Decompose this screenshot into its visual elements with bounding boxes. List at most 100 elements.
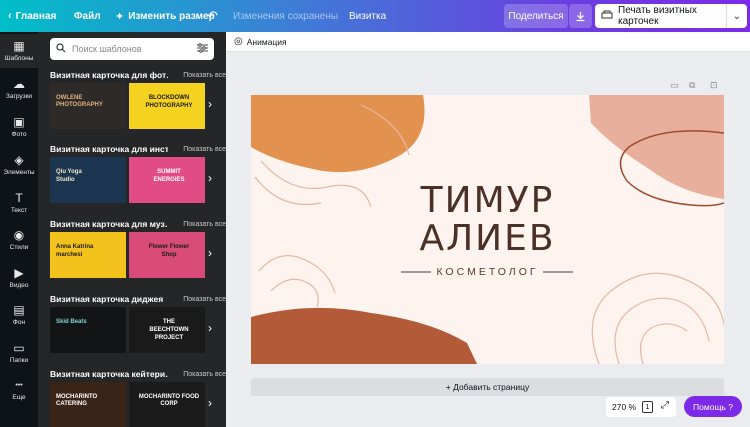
template-thumbnail[interactable]: OWLENE PHOTOGRAPHY — [50, 83, 126, 129]
template-thumbnail[interactable]: BLOCKDOWN PHOTOGRAPHY — [129, 83, 205, 129]
thumbnail-text: marchesi — [56, 252, 83, 258]
help-button[interactable]: Помощь ? — [684, 396, 742, 417]
add-page-button[interactable]: + Добавить страницу — [251, 378, 724, 396]
rail-item-label: Видео — [9, 282, 29, 289]
grid-icon: ▦ — [13, 39, 25, 53]
undo-button[interactable]: ↶ — [207, 0, 222, 32]
chevron-right-icon[interactable]: › — [208, 246, 212, 260]
document-title[interactable]: Визитка — [349, 0, 386, 32]
thumbnail-text: MOCHARINTO FOOD CORP — [138, 394, 200, 407]
chevron-right-icon[interactable]: › — [208, 171, 212, 185]
print-label: Печать визитных карточек — [618, 5, 697, 27]
thumbnail-text: PROJECT — [154, 335, 184, 341]
card-name-line2[interactable]: АЛИЕВ — [251, 219, 724, 259]
template-search-input[interactable]: Поиск шаблонов — [50, 38, 214, 60]
chevron-right-icon[interactable]: › — [208, 97, 212, 111]
zoom-control[interactable]: 270 % 1 ⤢ — [606, 397, 676, 417]
show-all-link[interactable]: Показать все — [183, 371, 226, 378]
palette-icon: ◉ — [13, 228, 25, 242]
share-button[interactable]: Поделиться — [504, 4, 568, 28]
folder-icon: ▭ — [13, 341, 25, 355]
rail-item-9[interactable]: ••• Еще — [0, 373, 38, 407]
print-dropdown-button[interactable]: ⌄ — [726, 4, 747, 28]
download-button[interactable] — [569, 4, 592, 28]
animation-button[interactable]: ◎ Анимация — [234, 36, 287, 47]
chevron-left-icon: ‹ — [8, 10, 12, 22]
duplicate-page-icon[interactable]: ⧉ — [689, 80, 695, 91]
rail-item-3[interactable]: ◈ Элементы — [0, 148, 38, 182]
template-thumbnails: Qiu Yoga Studio SUMMIT ENERGIES › — [50, 157, 226, 203]
section-title: Визитная карточка диджея — [50, 294, 164, 304]
rail-item-label: Стили — [9, 244, 29, 251]
note-icon[interactable]: ▭ — [670, 80, 679, 91]
template-section: Визитная карточка для инст… Показать все Q… — [50, 143, 226, 203]
section-header: Визитная карточка для инст… Показать все — [50, 143, 226, 155]
section-title: Визитная карточка для муз… — [50, 219, 168, 229]
template-section: Визитная карточка для муз… Показать все An… — [50, 218, 226, 278]
background-icon: ▤ — [13, 303, 25, 317]
cloud-upload-icon: ☁ — [13, 77, 25, 91]
show-all-link[interactable]: Показать все — [183, 296, 226, 303]
template-thumbnail[interactable]: Qiu Yoga Studio — [50, 157, 126, 203]
thumbnail-text: Flower Flower — [148, 244, 190, 250]
undo-icon: ↶ — [207, 8, 218, 23]
page-count-button[interactable]: 1 — [642, 401, 653, 413]
section-title: Визитная карточка кейтери… — [50, 369, 168, 379]
rail-item-label: Фон — [12, 319, 26, 326]
template-thumbnails: Skid Beats THE BEECHTOWN PROJECT › — [50, 307, 226, 353]
template-thumbnail[interactable]: Skid Beats — [50, 307, 126, 353]
template-thumbnail[interactable]: THE BEECHTOWN PROJECT — [129, 307, 205, 353]
add-page-icon[interactable]: ⊡ — [710, 80, 718, 91]
rail-item-8[interactable]: ▭ Папки — [0, 336, 38, 370]
thumbnail-text: Skid Beats — [56, 319, 87, 325]
template-thumbnails: MOCHARINTO CATERING MOCHARINTO FOOD CORP › — [50, 382, 226, 427]
template-thumbnail[interactable]: SUMMIT ENERGIES — [129, 157, 205, 203]
show-all-link[interactable]: Показать все — [183, 72, 226, 79]
rail-item-label: Загрузки — [5, 93, 33, 100]
filter-icon[interactable] — [197, 43, 208, 56]
home-button[interactable]: ‹ Главная — [8, 0, 56, 32]
template-thumbnail[interactable]: MOCHARINTO CATERING — [50, 382, 126, 427]
rail-item-label: Элементы — [3, 169, 35, 176]
shapes-icon: ◈ — [14, 153, 24, 167]
business-card-canvas[interactable]: ТИМУР АЛИЕВ КОСМЕТОЛОГ — [251, 95, 724, 364]
page-actions: ▭ ⧉ ⊡ — [670, 80, 726, 92]
thumbnail-text: PHOTOGRAPHY — [145, 103, 193, 109]
search-placeholder: Поиск шаблонов — [72, 44, 142, 54]
photo-icon: ▣ — [13, 115, 25, 129]
printer-icon — [601, 10, 613, 23]
animation-icon: ◎ — [234, 36, 243, 47]
text-icon: T — [15, 191, 23, 205]
rail-item-5[interactable]: ◉ Стили — [0, 223, 38, 257]
resize-button[interactable]: ✦ Изменить размер — [115, 0, 215, 32]
print-cards-button[interactable]: Печать визитных карточек — [595, 4, 726, 28]
rail-item-4[interactable]: T Текст — [0, 186, 38, 220]
rail-item-1[interactable]: ☁ Загрузки — [0, 72, 38, 106]
section-header: Визитная карточка диджея Показать все — [50, 293, 226, 305]
section-title: Визитная карточка для инст… — [50, 144, 168, 154]
rail-item-6[interactable]: ▶ Видео — [0, 261, 38, 295]
card-name-line1[interactable]: ТИМУР — [251, 181, 724, 221]
fullscreen-icon[interactable]: ⤢ — [661, 400, 669, 411]
rail-item-label: Папки — [9, 357, 29, 364]
templates-panel: Поиск шаблонов Визитная карточка для фот… — [38, 32, 226, 427]
template-thumbnail[interactable]: MOCHARINTO FOOD CORP — [129, 382, 205, 427]
template-section: Визитная карточка кейтери… Показать все MO… — [50, 368, 226, 427]
show-all-link[interactable]: Показать все — [183, 221, 226, 228]
section-title: Визитная карточка для фот… — [50, 70, 168, 80]
show-all-link[interactable]: Показать все — [183, 146, 226, 153]
chevron-right-icon[interactable]: › — [208, 321, 212, 335]
file-menu[interactable]: Файл — [74, 0, 101, 32]
thumbnail-text: Qiu Yoga — [56, 169, 82, 175]
thumbnail-text: THE — [163, 319, 175, 325]
template-thumbnails: Anna Katrina marchesi Flower Flower Shop › — [50, 232, 226, 278]
card-profession[interactable]: КОСМЕТОЛОГ — [251, 266, 724, 278]
rail-item-2[interactable]: ▣ Фото — [0, 110, 38, 144]
chevron-right-icon[interactable]: › — [208, 396, 212, 410]
template-thumbnail[interactable]: Anna Katrina marchesi — [50, 232, 126, 278]
rail-item-7[interactable]: ▤ Фон — [0, 298, 38, 332]
top-bar: ‹ Главная Файл ✦ Изменить размер ↶ Изменен… — [0, 0, 750, 32]
rail-item-0[interactable]: ▦ Шаблоны — [0, 34, 38, 68]
rail-item-label: Фото — [11, 131, 27, 138]
template-thumbnail[interactable]: Flower Flower Shop — [129, 232, 205, 278]
